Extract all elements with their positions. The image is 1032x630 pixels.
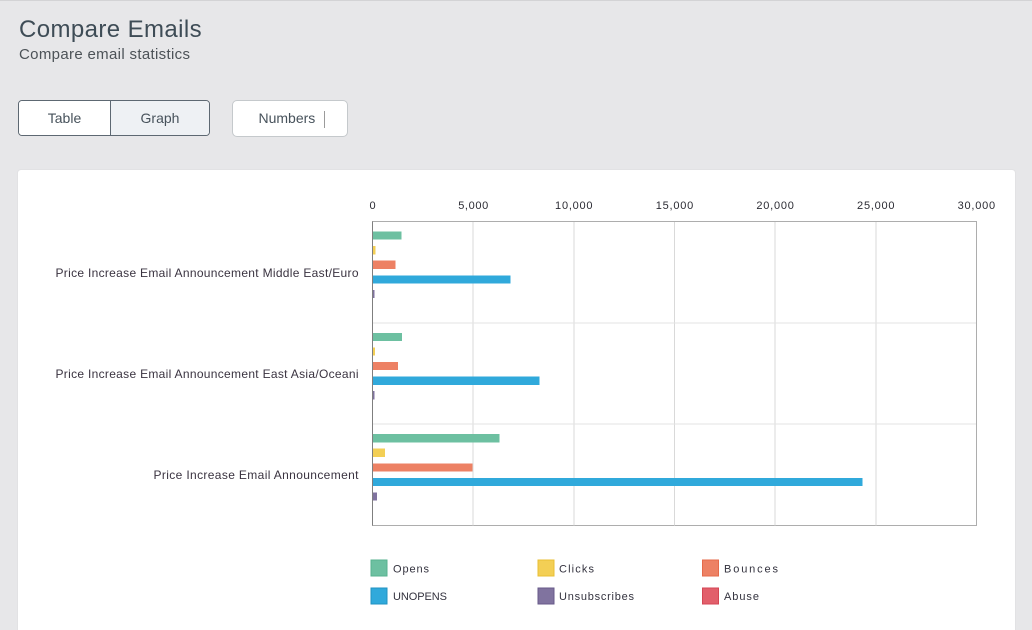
svg-text:Bounces: Bounces (724, 563, 779, 575)
svg-text:15,000: 15,000 (656, 200, 694, 212)
svg-text:Opens: Opens (393, 563, 430, 575)
svg-text:Clicks: Clicks (559, 563, 595, 575)
svg-text:Price Increase Email Announcem: Price Increase Email Announcement East A… (56, 367, 359, 381)
svg-text:Abuse: Abuse (724, 590, 759, 602)
svg-text:Price Increase Email Announcem: Price Increase Email Announcement Middle… (56, 266, 359, 280)
svg-text:Unsubscribes: Unsubscribes (559, 590, 635, 602)
svg-text:5,000: 5,000 (458, 200, 488, 212)
svg-text:25,000: 25,000 (857, 200, 895, 212)
svg-text:0: 0 (369, 200, 375, 212)
svg-text:10,000: 10,000 (555, 200, 593, 212)
svg-text:Price Increase Email Announcem: Price Increase Email Announcement (154, 468, 360, 482)
svg-text:30,000: 30,000 (958, 200, 996, 212)
svg-text:20,000: 20,000 (756, 200, 794, 212)
svg-text:UNOPENS: UNOPENS (393, 590, 447, 602)
